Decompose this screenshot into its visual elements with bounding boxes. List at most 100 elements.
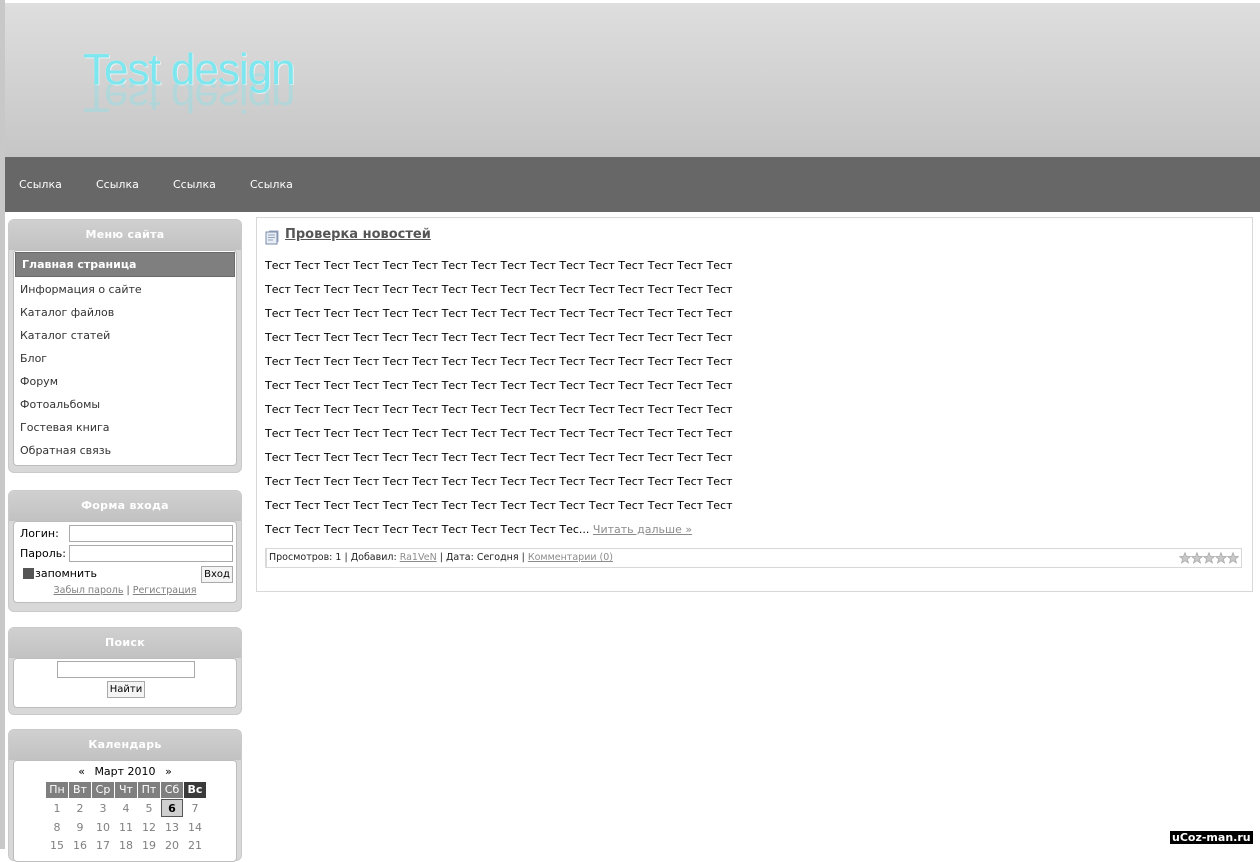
login-links: Забыл пароль | Регистрация [14,585,236,596]
menu-item-about[interactable]: Информация о сайте [14,278,236,301]
calendar-weekday: Вс [184,782,206,798]
news-text-line: Тест Тест Тест Тест Тест Тест Тест Тест … [265,499,733,512]
calendar-day[interactable]: 1 [46,801,68,817]
nav-link-2[interactable]: Ссылка [96,178,139,191]
watermark-label: uCoz-man.ru [1170,831,1253,844]
calendar-day[interactable]: 4 [115,801,137,817]
news-text-line: Тест Тест Тест Тест Тест Тест Тест Тест … [265,331,733,344]
password-input[interactable] [69,545,233,562]
top-navigation-bar: Ссылка Ссылка Ссылка Ссылка [5,157,1260,212]
news-last-line: Тест Тест Тест Тест Тест Тест Тест Тест … [265,523,692,536]
remember-checkbox[interactable] [23,568,34,579]
news-text-line: Тест Тест Тест Тест Тест Тест Тест Тест … [265,451,733,464]
calendar-day[interactable]: 20 [161,838,183,854]
details-separator: | [344,552,348,563]
calendar-month-label: Март 2010 [94,765,156,778]
calendar-day[interactable]: 18 [115,838,137,854]
calendar-next-month[interactable]: » [165,765,172,778]
menu-item-forum[interactable]: Форум [14,370,236,393]
login-links-separator: | [126,585,130,596]
site-menu-block: Меню сайта Главная страница Информация о… [8,219,242,473]
calendar-day[interactable]: 2 [69,801,91,817]
menu-item-home[interactable]: Главная страница [15,252,235,277]
menu-item-blog[interactable]: Блог [14,347,236,370]
calendar-day[interactable]: 8 [46,820,68,836]
calendar-prev-month[interactable]: « [78,765,85,778]
calendar-weekday: Чт [115,782,137,798]
rating-star-icon [1190,552,1204,564]
calendar-weekday: Пн [46,782,68,798]
rating-stars[interactable] [1179,552,1239,564]
calendar-day[interactable]: 14 [184,820,206,836]
date-value: Сегодня [476,552,519,563]
date-label: Дата: [445,552,474,563]
calendar-weekday: Пт [138,782,160,798]
news-text-line: Тест Тест Тест Тест Тест Тест Тест Тест … [265,427,733,440]
calendar-block: Календарь « Март 2010 » Пн Вт Ср Чт Пт С… [8,729,242,862]
news-text-line: Тест Тест Тест Тест Тест Тест Тест Тест … [265,259,733,272]
login-form: Логин: Пароль: запомнить Вход Забыл паро… [13,521,237,603]
calendar-day[interactable]: 12 [138,820,160,836]
views-count: 1 [335,552,342,563]
calendar-day[interactable]: 17 [92,838,114,854]
menu-item-photos[interactable]: Фотоальбомы [14,393,236,416]
login-form-title: Форма входа [9,491,241,521]
news-truncated-text: Тест Тест Тест Тест Тест Тест Тест Тест … [265,523,590,536]
register-link[interactable]: Регистрация [133,585,197,596]
author-link[interactable]: Ra1VeN [400,552,437,563]
calendar-day[interactable]: 7 [184,801,206,817]
nav-link-3[interactable]: Ссылка [173,178,216,191]
calendar-day[interactable]: 19 [138,838,160,854]
calendar-day[interactable]: 16 [69,838,91,854]
menu-item-guestbook[interactable]: Гостевая книга [14,416,236,439]
login-submit-button[interactable]: Вход [201,566,233,583]
added-by-label: Добавил: [350,552,397,563]
menu-item-articles[interactable]: Каталог статей [14,324,236,347]
news-document-icon [265,230,279,245]
details-separator: | [439,552,443,563]
calendar-month-row: « Март 2010 » [14,765,236,778]
rating-star-icon [1179,552,1192,564]
calendar-day[interactable]: 3 [92,801,114,817]
calendar-day[interactable]: 15 [46,838,68,854]
menu-item-files[interactable]: Каталог файлов [14,301,236,324]
search-button[interactable]: Найти [107,681,145,698]
read-more-link[interactable]: Читать дальше » [593,523,692,536]
nav-link-1[interactable]: Ссылка [19,178,62,191]
calendar-weekday: Вт [69,782,91,798]
comments-link[interactable]: Комментарии (0) [528,552,613,563]
news-entry: Проверка новостей Тест Тест Тест Тест Те… [256,217,1253,592]
login-label: Логин: [20,527,59,540]
calendar-body: « Март 2010 » Пн Вт Ср Чт Пт Сб Вс 1 2 3… [13,760,237,862]
calendar-day-today[interactable]: 6 [161,799,183,817]
calendar-day[interactable]: 5 [138,801,160,817]
rating-star-icon [1214,552,1228,564]
site-logo-reflection: Test design [83,72,295,121]
news-text-line: Тест Тест Тест Тест Тест Тест Тест Тест … [265,355,733,368]
forgot-password-link[interactable]: Забыл пароль [54,585,124,596]
news-text-line: Тест Тест Тест Тест Тест Тест Тест Тест … [265,307,733,320]
news-text-line: Тест Тест Тест Тест Тест Тест Тест Тест … [265,379,733,392]
news-text-line: Тест Тест Тест Тест Тест Тест Тест Тест … [265,283,733,296]
calendar-day[interactable]: 21 [184,838,206,854]
site-header: Test design Test design [5,0,1260,157]
news-text-line: Тест Тест Тест Тест Тест Тест Тест Тест … [265,403,733,416]
login-input[interactable] [69,525,233,542]
news-title-link[interactable]: Проверка новостей [285,227,431,242]
remember-label: запомнить [35,567,98,580]
calendar-day[interactable]: 11 [115,820,137,836]
news-text-line: Тест Тест Тест Тест Тест Тест Тест Тест … [265,475,733,488]
calendar-weekday: Ср [92,782,114,798]
calendar-day[interactable]: 9 [69,820,91,836]
views-label: Просмотров: [269,552,333,563]
site-menu-list: Главная страница Информация о сайте Ката… [13,250,237,466]
search-block: Поиск Найти [8,627,242,715]
nav-link-4[interactable]: Ссылка [250,178,293,191]
search-title: Поиск [9,628,241,658]
menu-item-feedback[interactable]: Обратная связь [14,439,236,462]
calendar-day[interactable]: 13 [161,820,183,836]
calendar-day[interactable]: 10 [92,820,114,836]
site-menu-title: Меню сайта [9,220,241,250]
news-details-bar: Просмотров: 1 | Добавил: Ra1VeN | Дата: … [265,548,1242,568]
search-input[interactable] [57,661,195,678]
